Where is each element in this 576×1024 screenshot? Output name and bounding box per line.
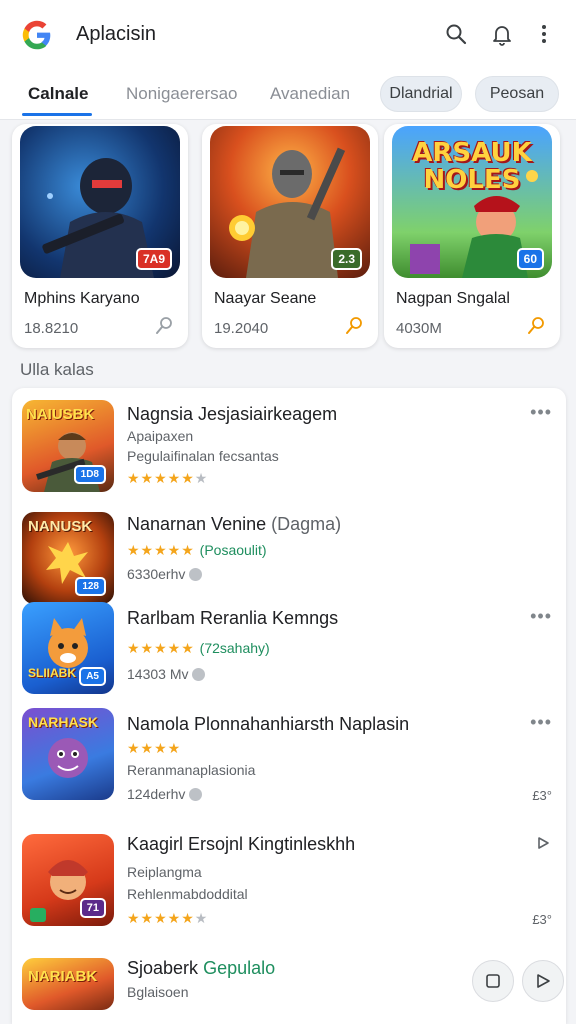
game-artwork: 2.3 <box>210 126 370 278</box>
chip-peosan[interactable]: Peosan <box>475 76 559 112</box>
game-thumbnail: NARHASK <box>22 708 114 800</box>
square-icon <box>486 974 500 988</box>
download-icon[interactable] <box>526 316 546 336</box>
app-subtitle: Bglaisoen <box>127 984 189 1000</box>
download-icon[interactable] <box>344 316 364 336</box>
price-label: £3° <box>532 912 552 927</box>
app-title: Sjoaberk <box>127 958 199 978</box>
tab-calnale[interactable]: Calnale <box>28 84 88 104</box>
game-thumbnail: NAIUSBK 1D8 <box>22 400 114 492</box>
more-options-button[interactable]: ••• <box>530 402 552 423</box>
thumb-art-title: NARHASK <box>28 714 98 730</box>
tab-nonigaerersao[interactable]: Nonigaerersao <box>126 84 238 104</box>
app-title-wrap: Sjoaberk Gepulalo <box>127 958 275 979</box>
search-icon[interactable] <box>444 22 468 46</box>
bell-icon[interactable] <box>490 22 514 46</box>
app-title-wrap: Nanarnan Venine (Dagma) <box>127 514 341 535</box>
section-title: Ulla kalas <box>20 360 94 379</box>
game-artwork: ARSAUK NOLES 60 <box>392 126 552 278</box>
app-list: NAIUSBK 1D8 Nagnsia Jesjasiairkeagem Apa… <box>12 388 566 1024</box>
game-artwork: 7A9 <box>20 126 180 278</box>
rating-stars: ★★★★★★ <box>127 470 209 486</box>
card-badge: 2.3 <box>331 248 362 270</box>
rating-note: (72sahahy) <box>199 640 270 656</box>
thumb-badge: 128 <box>75 577 106 596</box>
thumb-art-title: NARIABK <box>28 968 98 985</box>
info-icon <box>189 787 203 801</box>
card-badge: 60 <box>516 248 544 270</box>
card-size: 18.8210 <box>24 320 79 337</box>
card-size: 4030M <box>396 320 442 337</box>
info-icon <box>189 567 203 581</box>
app-title: Kaagirl Ersojnl Kingtinleskhh <box>127 834 356 854</box>
app-meta: 6330erhv <box>127 566 203 582</box>
game-thumbnail: NARIABK <box>22 958 114 1010</box>
rating-note: (Posaoulit) <box>199 542 267 558</box>
featured-card[interactable]: 2.3 Naayar Seane 19.2040 <box>202 124 378 348</box>
card-title: Nagpan Sngalal <box>396 290 510 307</box>
thumb-badge: A5 <box>79 667 106 686</box>
card-title: Mphins Karyano <box>24 290 140 307</box>
app-title-suffix: (Dagma) <box>271 514 342 534</box>
tab-avanedian[interactable]: Avanedian <box>270 84 350 104</box>
chip-dlandrial[interactable]: Dlandrial <box>380 76 462 112</box>
play-button[interactable] <box>522 960 564 1002</box>
app-description: Pegulaifinalan fecsantas <box>127 448 279 464</box>
more-vert-icon[interactable] <box>532 22 556 46</box>
rating-stars: ★★★★★★ <box>127 910 209 926</box>
thumb-badge: 1D8 <box>73 465 106 484</box>
app-subtitle: Reiplangma <box>127 864 202 880</box>
thumb-badge: 71 <box>79 898 106 918</box>
rating-stars: ★★★★★ (Posaoulit) <box>127 542 267 558</box>
app-description: Rehlenmabdoddital <box>127 886 248 902</box>
download-icon[interactable] <box>154 316 174 336</box>
app-meta: 124derhv <box>127 786 203 802</box>
google-logo-icon[interactable] <box>18 16 56 54</box>
stop-button[interactable] <box>472 960 514 1002</box>
app-title: Namola Plonnahanhiarsth Naplasin <box>127 714 410 734</box>
thumb-art-title: SLIIABK <box>28 666 76 680</box>
thumb-art-title: NAIUSBK <box>26 406 95 423</box>
info-icon <box>192 667 206 681</box>
card-title: Naayar Seane <box>214 290 317 307</box>
app-subtitle: Apaipaxen <box>127 428 194 444</box>
more-options-button[interactable]: ••• <box>530 712 552 733</box>
play-icon[interactable] <box>536 836 550 850</box>
card-size: 19.2040 <box>214 320 269 337</box>
card-art-title: ARSAUK NOLES <box>412 138 532 195</box>
featured-card[interactable]: ARSAUK NOLES 60 Nagpan Sngalal 4030M <box>384 124 560 348</box>
play-icon <box>537 974 550 988</box>
app-size: 14303 Mv <box>127 666 189 682</box>
card-badge: 7A9 <box>135 248 172 270</box>
app-title: Aplacisin <box>76 23 157 45</box>
game-thumbnail: NANUSK 128 <box>22 512 114 604</box>
app-title: Rarlbam Reranlia Kemngs <box>127 608 339 628</box>
more-options-button[interactable]: ••• <box>530 606 552 627</box>
rating-stars: ★★★★ <box>127 740 182 756</box>
featured-card[interactable]: 7A9 Mphins Karyano 18.8210 <box>12 124 188 348</box>
active-tab-indicator <box>22 113 92 116</box>
top-app-bar: Aplacisin <box>0 0 576 66</box>
thumb-art-title: NANUSK <box>28 518 93 535</box>
app-size: 124derhv <box>127 786 186 802</box>
rating-stars: ★★★★★ (72sahahy) <box>127 640 270 656</box>
app-subtitle: Reranmanaplasionia <box>127 762 256 778</box>
app-title-suffix: Gepulalo <box>203 958 276 978</box>
game-thumbnail: 71 <box>22 834 114 926</box>
app-title: Nanarnan Venine <box>127 514 267 534</box>
app-title: Nagnsia Jesjasiairkeagem <box>127 404 338 424</box>
game-thumbnail: SLIIABK A5 <box>22 602 114 694</box>
app-meta: 14303 Mv <box>127 666 206 682</box>
price-label: £3° <box>532 788 552 803</box>
app-size: 6330erhv <box>127 566 186 582</box>
